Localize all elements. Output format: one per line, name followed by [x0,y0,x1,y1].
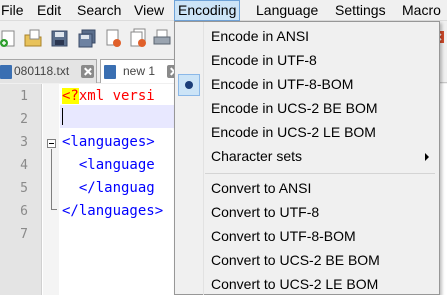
tab-label: 080118.txt [14,64,70,78]
menu-item-label: Convert to UTF-8 [211,204,320,220]
tab-080118-txt[interactable]: 080118.txt [0,59,97,83]
current-line-highlight [60,105,180,128]
line-number: 5 [20,181,28,196]
menu-item-convert-ucs2-le-bom[interactable]: Convert to UCS-2 LE BOM [175,273,439,295]
encoding-dropdown-menu: Encode in ANSI Encode in UTF-8 Encode in… [174,21,440,295]
menu-item-label: Encode in UTF-8-BOM [211,76,354,92]
menu-bar: File Edit Search View Encoding Language … [0,0,447,21]
menu-item-convert-utf8-bom[interactable]: Convert to UTF-8-BOM [175,225,439,249]
print-icon[interactable] [153,28,171,48]
menu-item-character-sets[interactable]: Character sets [175,145,439,169]
line-number: 6 [20,204,28,219]
save-icon[interactable] [51,28,69,48]
notepad-window: File Edit Search View Encoding Language … [0,0,447,295]
line-number: 4 [20,158,28,173]
open-file-icon[interactable] [24,28,42,48]
menu-item-encode-utf8[interactable]: Encode in UTF-8 [175,49,439,73]
line-number-gutter: 1 2 3 4 5 6 7 [0,84,42,295]
line-number: 2 [20,112,28,127]
radio-bullet-icon [185,81,193,89]
close-all-icon[interactable] [129,28,147,48]
submenu-arrow-icon [425,153,429,161]
menu-encoding[interactable]: Encoding [174,0,241,21]
menu-search[interactable]: Search [77,0,121,21]
code-line-6: </languages> [62,203,164,219]
menu-language[interactable]: Language [256,0,318,21]
tab-label: new 1 [123,64,156,78]
menu-file[interactable]: File [1,0,24,21]
menu-item-convert-ucs2-be-bom[interactable]: Convert to UCS-2 BE BOM [175,249,439,273]
file-tab-icon [0,65,12,79]
menu-separator [205,173,435,174]
menu-item-label: Character sets [211,148,303,164]
menu-item-encode-ucs2-le-bom[interactable]: Encode in UCS-2 LE BOM [175,121,439,145]
line-number: 3 [20,135,28,150]
line-number: 7 [20,227,28,242]
fold-guide-line [51,149,52,209]
menu-item-label: Encode in ANSI [211,28,310,44]
menu-item-convert-utf8[interactable]: Convert to UTF-8 [175,201,439,225]
menu-item-label: Convert to UTF-8-BOM [211,228,356,244]
menu-item-label: Encode in UCS-2 LE BOM [211,124,376,140]
tab-new-1[interactable]: new 1 [100,59,180,83]
menu-item-label: Encode in UCS-2 BE BOM [211,100,378,116]
menu-item-label: Convert to UCS-2 BE BOM [211,252,380,268]
code-line-1: <?xml versi [62,88,155,104]
menu-item-encode-ansi[interactable]: Encode in ANSI [175,25,439,49]
menu-item-encode-utf8-bom[interactable]: Encode in UTF-8-BOM [175,73,439,97]
menu-item-encode-ucs2-be-bom[interactable]: Encode in UCS-2 BE BOM [175,97,439,121]
menu-item-label: Encode in UTF-8 [211,52,317,68]
line-number: 1 [20,89,28,104]
fold-toggle-icon[interactable] [47,139,56,148]
fold-end-marker [51,209,57,210]
code-line-3: <languages> [62,134,155,150]
menu-settings[interactable]: Settings [335,0,386,21]
tab-close-icon[interactable] [81,65,94,78]
menu-macro[interactable]: Macro [402,0,441,21]
file-tab-icon [104,65,116,79]
save-all-icon[interactable] [78,28,96,48]
menu-view[interactable]: View [134,0,164,21]
code-line-5: </languag [62,180,155,196]
menu-edit[interactable]: Edit [37,0,61,21]
menu-item-label: Convert to ANSI [211,180,312,196]
text-caret [62,108,63,125]
menu-item-convert-ansi[interactable]: Convert to ANSI [175,177,439,201]
pi-open-tag: <? [62,88,79,104]
code-line-4: <language [62,157,155,173]
new-file-icon[interactable] [0,28,18,48]
code-text: xml versi [78,88,155,104]
menu-item-label: Convert to UCS-2 LE BOM [211,276,379,292]
close-icon[interactable] [104,28,122,48]
